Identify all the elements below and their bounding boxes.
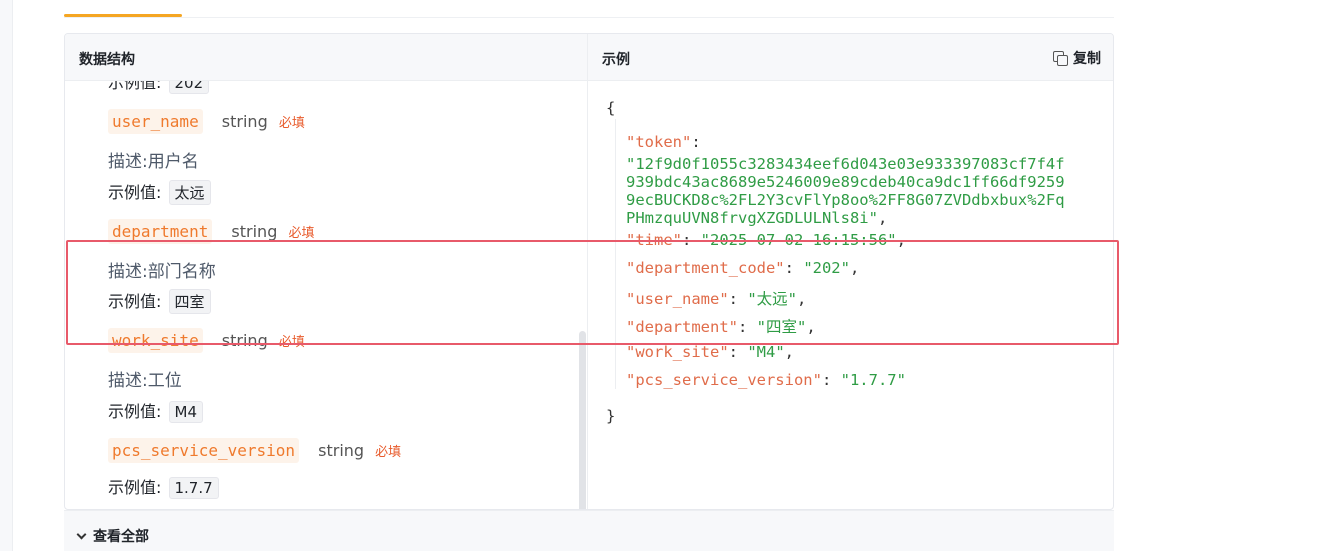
json-token-value: 939bdc43ac8689e5246009e89cdeb40ca9dc1ff6… (626, 173, 1065, 191)
example-label: 示例值: (108, 402, 162, 421)
json-key: "pcs_service_version" (626, 371, 822, 389)
json-department-code-line: "department_code": "202", (626, 259, 860, 277)
field-example: 示例值: 太远 (108, 179, 211, 205)
json-string: "202" (803, 259, 850, 277)
scrollbar-thumb[interactable] (579, 331, 586, 509)
field-name: user_name (108, 109, 203, 134)
field-type: string (231, 222, 278, 241)
json-token-value-end: PHmzquUVN8frvgXZGDLULNls8i", (626, 209, 888, 227)
field-example: 示例值: 202 (108, 81, 210, 94)
json-example-block: { "token": "12f9d0f1055c3283434eef6d043e… (588, 81, 1113, 509)
desc-value: 部门名称 (147, 262, 216, 282)
json-string: "1.7.7" (840, 371, 906, 389)
example-label: 示例值: (108, 81, 162, 92)
desc-label: 描述: (108, 371, 148, 391)
field-example: 示例值: 1.7.7 (108, 474, 219, 499)
example-value: 太远 (168, 180, 211, 205)
json-key: "department_code" (626, 259, 785, 277)
json-key: "department" (626, 318, 738, 336)
json-open-brace: { (606, 99, 616, 117)
json-user-name-line: "user_name": "太远", (626, 290, 807, 308)
field-pcs-service-version: pcs_service_version string 必填 (108, 438, 401, 463)
json-close-brace: } (606, 407, 616, 425)
json-department-line: "department": "四室", (626, 318, 816, 336)
copy-label: 复制 (1073, 51, 1101, 67)
json-token-value: 9ecBUCKD8c%2FL2Y3cvFlYp8oo%2FF8G07ZVDdbx… (626, 191, 1065, 209)
json-key: "user_name" (626, 290, 729, 308)
json-pcs-service-version-line: "pcs_service_version": "1.7.7" (626, 371, 906, 389)
example-value: 1.7.7 (168, 477, 219, 499)
field-description: 描述:部门名称 (108, 257, 216, 282)
example-label: 示例值: (108, 183, 162, 202)
json-time-line: "time": "2025-07-02 16:15:56", (626, 231, 906, 249)
field-example: 示例值: M4 (108, 398, 203, 423)
json-key: "work_site" (626, 343, 729, 361)
example-value: 四室 (168, 289, 211, 314)
json-token-key-line: "token": (626, 133, 701, 151)
field-user-name: user_name string 必填 (108, 109, 305, 134)
desc-value: 用户名 (147, 152, 199, 172)
json-string: "太远" (747, 290, 797, 308)
json-string: "2025-07-02 16:15:56" (700, 231, 897, 249)
required-badge: 必填 (278, 335, 305, 350)
field-description: 描述:工位 (108, 366, 182, 391)
field-description: 描述:用户名 (108, 147, 199, 172)
chevron-down-icon (76, 529, 87, 540)
schema-panel: 数据结构 示例 复制 示例值: 202 user_name string 必填 … (64, 33, 1114, 510)
field-work-site: work_site string 必填 (108, 328, 305, 353)
field-department: department string 必填 (108, 219, 314, 244)
panel-header: 数据结构 示例 复制 (65, 34, 1113, 81)
field-type: string (318, 441, 365, 460)
copy-icon (1053, 51, 1068, 66)
field-example: 示例值: 四室 (108, 288, 211, 314)
indent-guide (615, 119, 616, 389)
json-string: "四室" (756, 318, 807, 336)
json-string: PHmzquUVN8frvgXZGDLULNls8i" (626, 209, 878, 227)
json-key: "token" (626, 133, 692, 151)
copy-button[interactable]: 复制 (1053, 48, 1101, 68)
example-value: M4 (168, 401, 203, 423)
json-work-site-line: "work_site": "M4", (626, 343, 794, 361)
desc-label: 描述: (108, 152, 148, 172)
json-string: "M4" (747, 343, 785, 361)
view-all-button[interactable]: 查看全部 (76, 526, 149, 546)
field-name: pcs_service_version (108, 438, 300, 463)
data-structure-title: 数据结构 (79, 52, 135, 68)
field-type: string (221, 331, 268, 350)
data-structure-list[interactable]: 示例值: 202 user_name string 必填 描述:用户名 示例值:… (65, 81, 587, 509)
example-title: 示例 (602, 52, 630, 68)
tab-divider (64, 17, 1114, 18)
required-badge: 必填 (288, 226, 315, 241)
json-key: "time" (626, 231, 682, 249)
field-name: work_site (108, 328, 203, 353)
desc-label: 描述: (108, 262, 148, 282)
example-value: 202 (168, 81, 210, 94)
field-name: department (108, 219, 213, 244)
required-badge: 必填 (278, 116, 305, 131)
panel-footer: 查看全部 (64, 510, 1114, 551)
required-badge: 必填 (375, 445, 402, 460)
example-label: 示例值: (108, 292, 162, 311)
view-all-label: 查看全部 (93, 529, 149, 545)
desc-value: 工位 (147, 371, 182, 391)
example-label: 示例值: (108, 478, 162, 497)
json-token-value: "12f9d0f1055c3283434eef6d043e03e93339708… (626, 155, 1065, 173)
field-type: string (221, 112, 268, 131)
left-rail (0, 0, 13, 551)
